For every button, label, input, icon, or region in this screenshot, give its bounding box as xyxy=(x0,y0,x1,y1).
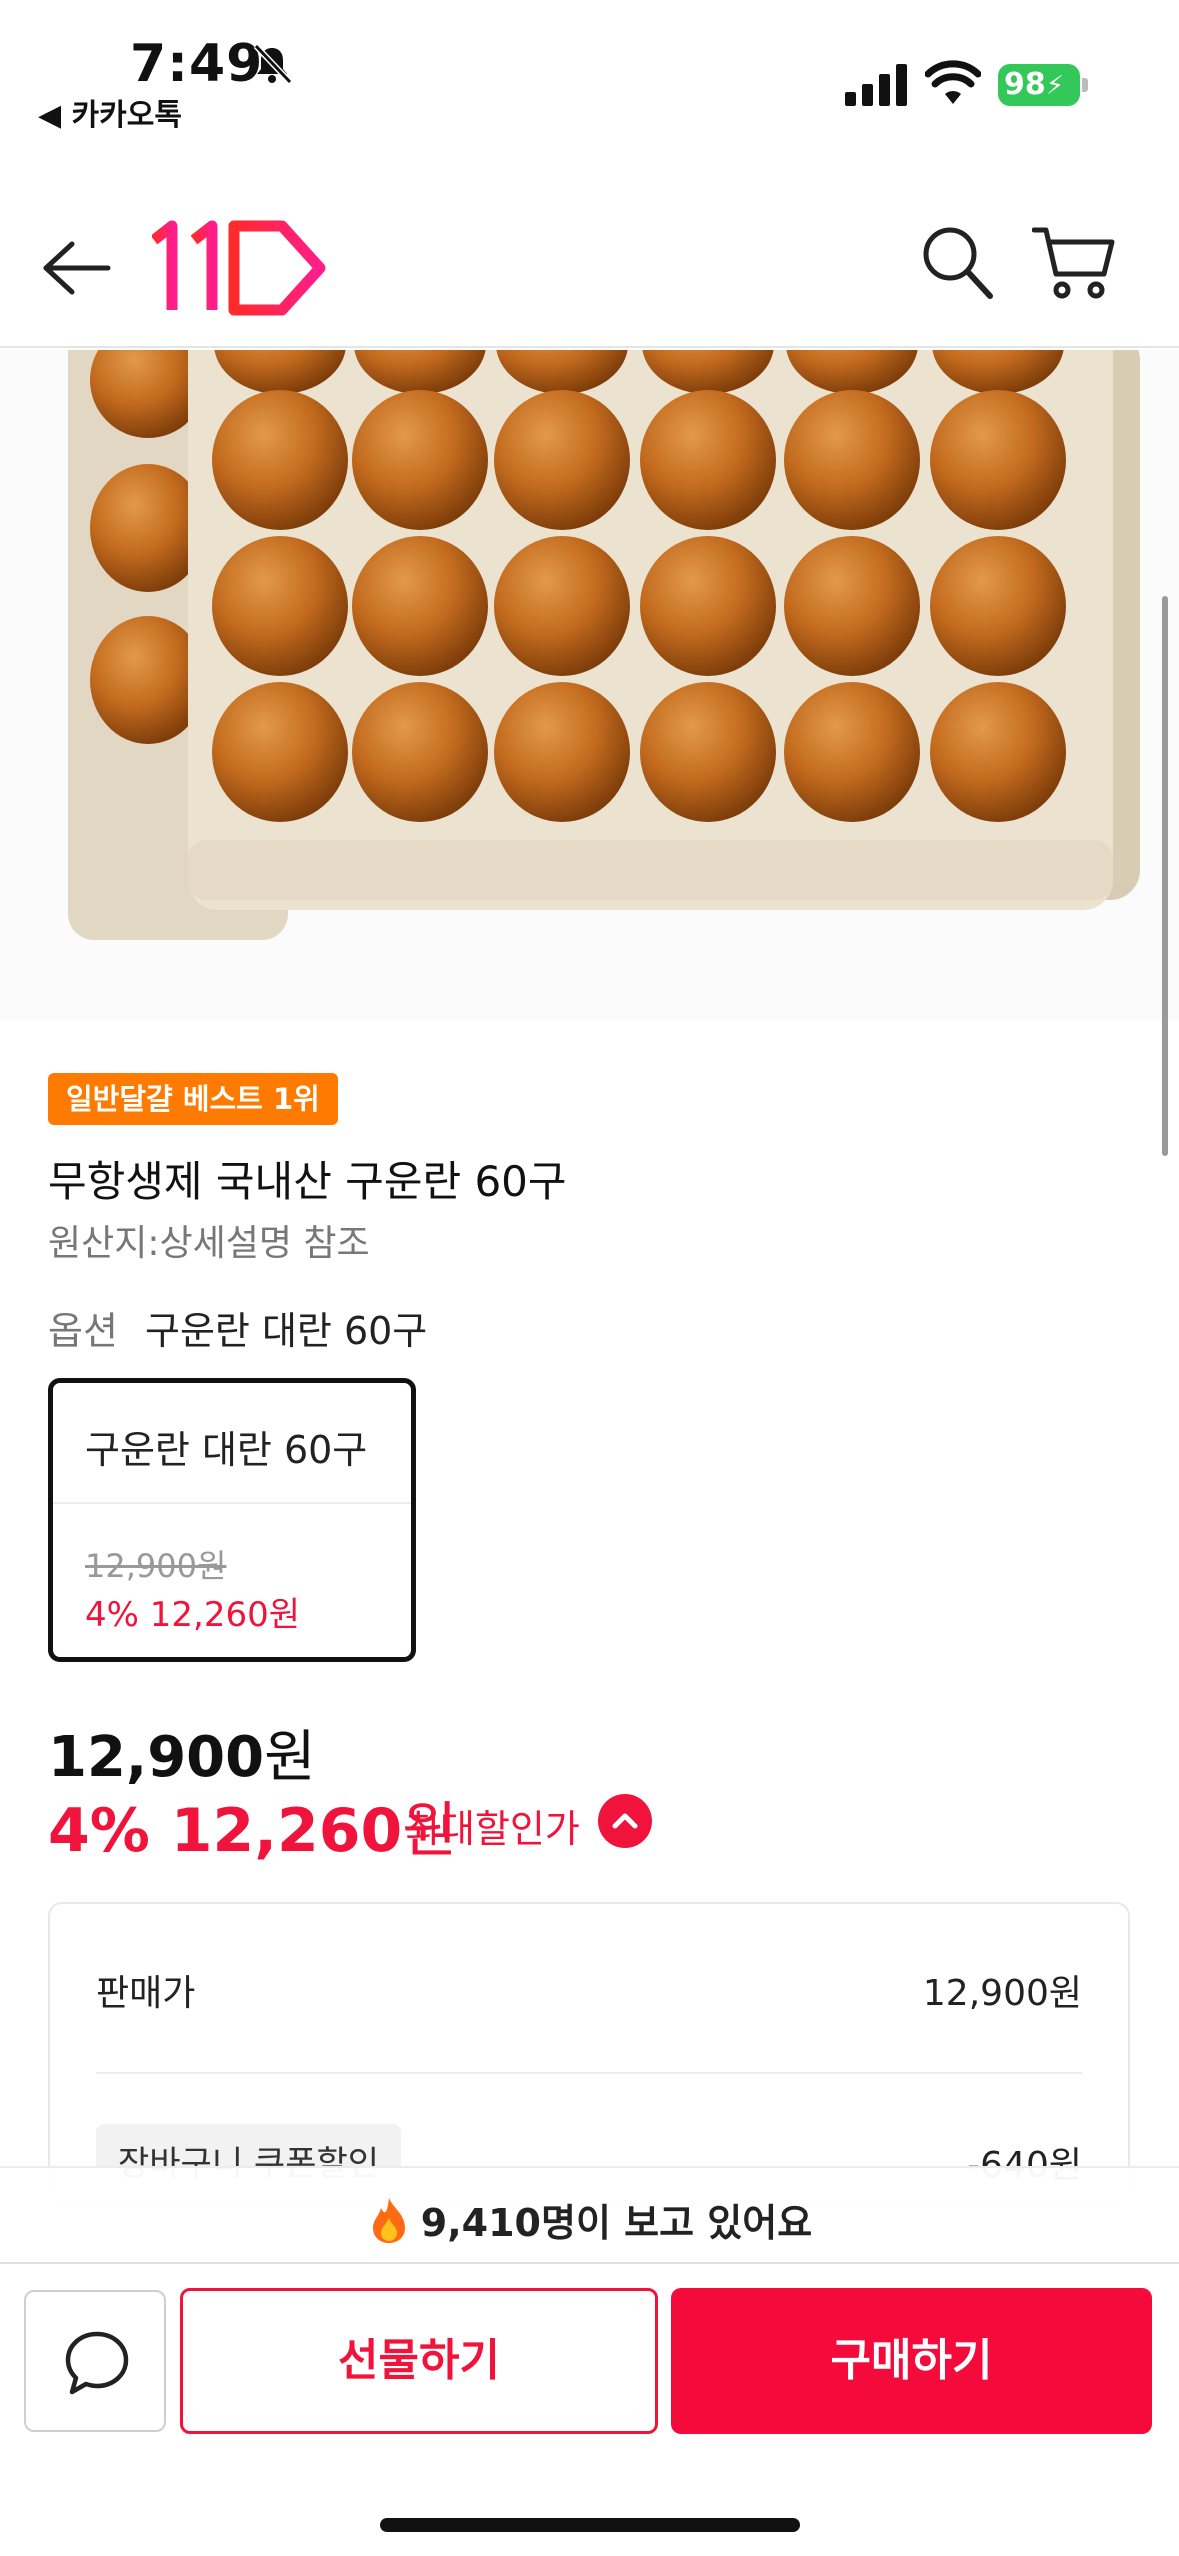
product-origin: 원산지:상세설명 참조 xyxy=(48,1223,370,1264)
buy-button[interactable]: 구매하기 xyxy=(671,2288,1152,2434)
option-card-divider xyxy=(53,1502,411,1504)
viewer-count-bar: 9,410명이 보고 있어요 xyxy=(0,2166,1179,2262)
cart-icon[interactable] xyxy=(1032,222,1116,302)
status-bar: 7:49 ◀ 카카오톡 98⚡ xyxy=(0,0,1179,150)
egg-tray-illustration xyxy=(0,350,1179,1020)
status-time: 7:49 xyxy=(130,34,264,94)
search-icon[interactable] xyxy=(920,222,994,302)
option-label: 옵션 xyxy=(48,1309,118,1353)
viewer-count-text: 9,410명이 보고 있어요 xyxy=(420,2201,813,2245)
option-card-original-price: 12,900원 xyxy=(85,1547,227,1585)
original-price: 12,900원 xyxy=(48,1725,316,1790)
option-card-sale-price: 4% 12,260원 xyxy=(85,1595,300,1635)
discount-toggle-button[interactable] xyxy=(598,1794,652,1848)
best-rank-badge: 일반달걀 베스트 1위 xyxy=(48,1073,338,1125)
product-title: 무항생제 국내산 구운란 60구 xyxy=(48,1157,567,1206)
option-selected-value: 구운란 대란 60구 xyxy=(145,1309,428,1353)
price-summary-box: 판매가 12,900원 장바구니 쿠폰할인 -640원 xyxy=(48,1902,1130,2202)
sale-price-label: 판매가 xyxy=(96,1973,196,2014)
chat-button[interactable] xyxy=(24,2290,166,2432)
gift-button[interactable]: 선물하기 xyxy=(180,2288,658,2434)
battery-cap xyxy=(1082,78,1088,92)
option-card-selected[interactable]: 구운란 대란 60구 12,900원 4% 12,260원 xyxy=(48,1378,416,1662)
max-discount-label[interactable]: 최대할인가 xyxy=(405,1798,580,1853)
sale-price-value: 12,900원 xyxy=(922,1973,1082,2014)
chevron-up-icon xyxy=(612,1813,638,1829)
back-arrow-icon[interactable] xyxy=(42,238,112,298)
bell-slash-icon xyxy=(253,43,293,85)
home-indicator[interactable] xyxy=(380,2518,800,2532)
option-card-name: 구운란 대란 60구 xyxy=(85,1428,368,1472)
chat-icon xyxy=(65,2331,129,2395)
11st-logo[interactable] xyxy=(152,218,327,318)
back-to-app-link[interactable]: ◀ 카카오톡 xyxy=(38,90,182,134)
signal-icon xyxy=(845,64,907,106)
summary-divider xyxy=(96,2072,1082,2074)
product-image[interactable] xyxy=(0,350,1179,1020)
scrollbar[interactable] xyxy=(1162,596,1168,1156)
fire-icon xyxy=(372,2198,405,2243)
bottom-action-bar: 선물하기 구매하기 xyxy=(0,2262,1179,2556)
sale-price: 4% 12,260원 xyxy=(48,1796,458,1866)
wifi-icon xyxy=(925,60,981,104)
app-header xyxy=(0,170,1179,348)
battery-indicator: 98⚡ xyxy=(998,64,1080,106)
